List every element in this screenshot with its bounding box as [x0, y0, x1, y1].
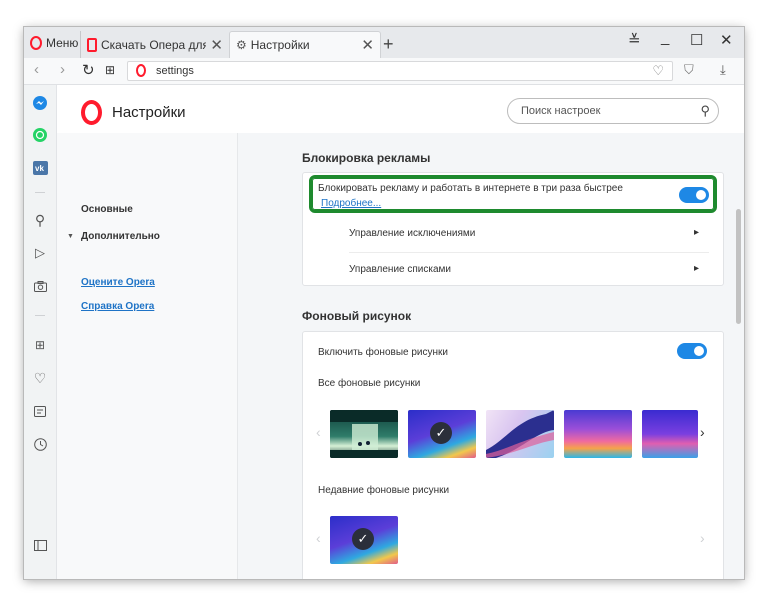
window-close-icon[interactable]: ✕: [720, 31, 733, 49]
adblock-highlight: Блокировать рекламу и работать в интерне…: [309, 175, 717, 213]
checkmark-icon: ✓: [430, 422, 452, 444]
search-icon[interactable]: ⚲: [32, 212, 48, 228]
browser-window: Меню Скачать Опера для компьютера ✕ ⚙ На…: [24, 27, 744, 579]
address-bar: ‹ › ↻ ⊞ settings ♡ ⛉ ⤓: [24, 58, 744, 85]
close-icon[interactable]: ✕: [210, 36, 223, 54]
expand-arrow-icon[interactable]: ▼: [67, 233, 74, 240]
wallpaper-toggle[interactable]: [677, 343, 707, 359]
svg-text:vk: vk: [35, 164, 44, 173]
nav-basic[interactable]: Основные: [81, 204, 133, 215]
history-icon[interactable]: [32, 436, 48, 452]
news-icon[interactable]: [32, 403, 48, 419]
wallpaper-thumb-layers[interactable]: [564, 410, 632, 458]
sidebar-divider: [35, 315, 45, 316]
sidebar: vk ⚲ ▷ ⊞ ♡: [24, 85, 57, 579]
speed-dial-icon[interactable]: ⊞: [32, 337, 48, 353]
shield-icon[interactable]: ⛉: [684, 62, 694, 78]
heart-icon[interactable]: ♡: [32, 370, 48, 386]
heart-icon[interactable]: ♡: [652, 63, 664, 79]
tab-title: Скачать Опера для компьютера: [101, 37, 207, 52]
messenger-icon[interactable]: [32, 95, 48, 111]
nav-advanced[interactable]: Дополнительно: [81, 231, 160, 242]
close-icon[interactable]: ✕: [361, 36, 374, 54]
new-tab-button[interactable]: +: [383, 34, 394, 55]
reload-icon[interactable]: ↻: [82, 61, 95, 79]
scrollbar[interactable]: [736, 209, 741, 324]
url-field[interactable]: settings ♡: [127, 61, 673, 81]
wallpaper-card: Включить фоновые рисунки Все фоновые рис…: [302, 331, 724, 579]
settings-nav: Основные ▼ Дополнительно Оцените Opera С…: [57, 133, 238, 579]
adblock-toggle-label: Блокировать рекламу и работать в интерне…: [318, 183, 623, 194]
whatsapp-icon[interactable]: [32, 127, 48, 143]
opera-logo-icon: [87, 37, 97, 52]
wallpaper-thumb-wave[interactable]: [486, 410, 554, 458]
url-text: settings: [156, 65, 194, 77]
back-icon[interactable]: ‹: [34, 61, 39, 78]
opera-logo-icon: [136, 64, 146, 77]
page-header: Настройки Поиск настроек ⚲: [57, 85, 744, 133]
wallpaper-thumb-mountains[interactable]: [642, 410, 698, 458]
adblock-card: Блокировать рекламу и работать в интерне…: [302, 172, 724, 286]
search-icon[interactable]: ⚲: [700, 103, 710, 119]
wallpaper-toggle-label: Включить фоновые рисунки: [318, 347, 448, 358]
page-title: Настройки: [112, 104, 186, 121]
sidebar-toggle-icon[interactable]: [32, 537, 48, 553]
tab-settings[interactable]: ⚙ Настройки ✕: [229, 31, 381, 58]
all-wallpapers-title: Все фоновые рисунки: [318, 378, 421, 389]
opera-help-link[interactable]: Справка Opera: [81, 301, 154, 312]
chevron-right-icon: ▸: [693, 227, 699, 238]
search-placeholder: Поиск настроек: [521, 105, 601, 117]
wallpaper-thumb-selected[interactable]: ✓: [408, 410, 476, 458]
maximize-icon[interactable]: ☐: [690, 31, 703, 49]
camera-icon[interactable]: [32, 278, 48, 294]
adblock-section-title: Блокировка рекламы: [302, 151, 431, 165]
chevron-right-icon: ▸: [693, 263, 699, 274]
settings-main: Блокировка рекламы Блокировать рекламу и…: [238, 133, 744, 579]
title-bar: Меню Скачать Опера для компьютера ✕ ⚙ На…: [24, 27, 744, 58]
menu-label: Меню: [46, 36, 79, 50]
tab-menu-icon[interactable]: ≚: [628, 31, 641, 49]
carousel-next-icon[interactable]: ›: [700, 424, 705, 440]
settings-page: Настройки Поиск настроек ⚲ Основные ▼ До…: [57, 85, 744, 579]
minimize-icon[interactable]: _: [661, 29, 669, 46]
menu-button[interactable]: Меню: [30, 32, 78, 54]
carousel-prev-icon[interactable]: ‹: [316, 530, 321, 546]
speed-dial-icon[interactable]: ⊞: [105, 63, 115, 77]
recent-wallpaper-thumb[interactable]: ✓: [330, 516, 398, 564]
manage-lists-label: Управление списками: [349, 264, 451, 275]
adblock-more-link[interactable]: Подробнее...: [321, 198, 381, 209]
settings-search-input[interactable]: Поиск настроек ⚲: [507, 98, 719, 124]
carousel-next-icon[interactable]: ›: [700, 530, 705, 546]
manage-lists-row[interactable]: Управление списками ▸: [349, 252, 709, 287]
gear-icon: ⚙: [236, 38, 247, 52]
manage-exceptions-label: Управление исключениями: [349, 228, 476, 239]
tab-title: Настройки: [250, 38, 310, 52]
recent-wallpapers-title: Недавние фоновые рисунки: [318, 485, 450, 496]
forward-icon[interactable]: ›: [60, 61, 65, 78]
opera-logo-icon: [81, 100, 102, 125]
adblock-toggle[interactable]: [679, 187, 709, 203]
wallpaper-section-title: Фоновый рисунок: [302, 309, 412, 323]
tab-download-opera[interactable]: Скачать Опера для компьютера ✕: [80, 31, 229, 58]
sidebar-divider: [35, 192, 45, 193]
checkmark-icon: ✓: [352, 528, 374, 550]
manage-exceptions-row[interactable]: Управление исключениями ▸: [349, 217, 709, 251]
send-icon[interactable]: ▷: [32, 245, 48, 261]
download-icon[interactable]: ⤓: [720, 62, 726, 78]
opera-logo-icon: [30, 36, 42, 50]
carousel-prev-icon[interactable]: ‹: [316, 424, 321, 440]
wallpaper-thumb-forest[interactable]: [330, 410, 398, 458]
vk-icon[interactable]: vk: [32, 160, 48, 176]
rate-opera-link[interactable]: Оцените Opera: [81, 277, 155, 288]
